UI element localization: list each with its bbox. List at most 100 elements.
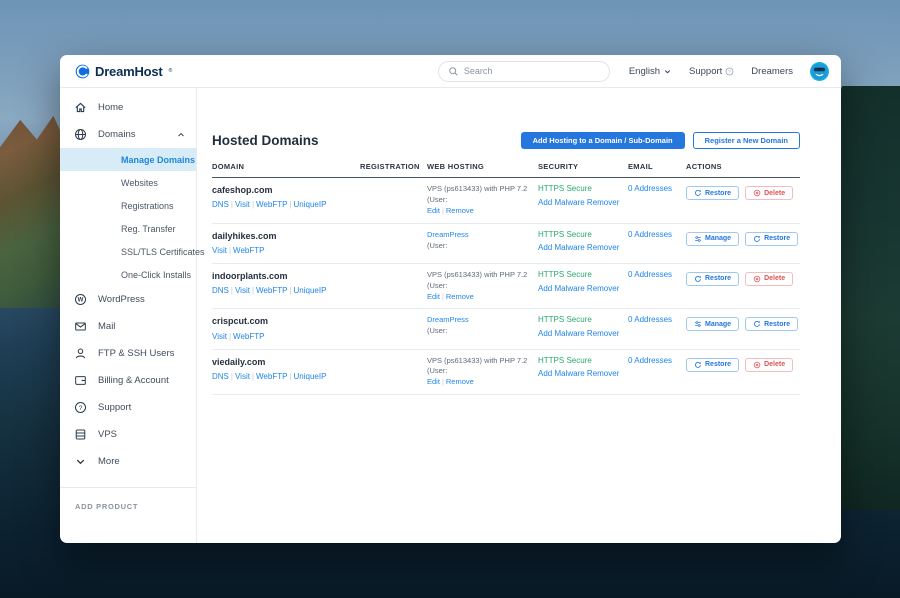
avatar[interactable] <box>810 62 829 81</box>
sidebar-subitem-registrations[interactable]: Registrations <box>60 194 196 217</box>
webftp-link[interactable]: WebFTP <box>256 372 287 381</box>
column-header-web-hosting: WEB HOSTING <box>427 162 538 171</box>
search-box[interactable] <box>438 61 610 82</box>
hosting-plan: DreamPress <box>427 315 530 326</box>
webftp-link[interactable]: WebFTP <box>233 246 264 255</box>
email-addresses-link[interactable]: 0 Addresses <box>628 184 672 193</box>
top-navigation-bar: DreamHost ® English Support ? <box>60 55 841 88</box>
add-malware-remover-link[interactable]: Add Malware Remover <box>538 243 619 252</box>
search-input[interactable] <box>459 65 600 77</box>
visit-link[interactable]: Visit <box>235 286 250 295</box>
remove-link[interactable]: Remove <box>446 377 474 386</box>
restore-button[interactable]: Restore <box>745 317 798 331</box>
email-addresses-link[interactable]: 0 Addresses <box>628 230 672 239</box>
visit-link[interactable]: Visit <box>235 372 250 381</box>
register-new-domain-button[interactable]: Register a New Domain <box>693 132 800 149</box>
sidebar-subitem-reg-transfer[interactable]: Reg. Transfer <box>60 217 196 240</box>
delete-button[interactable]: Delete <box>745 186 793 200</box>
hosting-text: VPS (ps613433) with PHP 7.2 <box>427 184 530 195</box>
sidebar-item-home[interactable]: Home <box>60 94 196 121</box>
restore-button[interactable]: Restore <box>686 358 739 372</box>
remove-link[interactable]: Remove <box>446 206 474 215</box>
sidebar-item-label: Mail <box>98 321 115 332</box>
delete-button[interactable]: Delete <box>745 272 793 286</box>
edit-link[interactable]: Edit <box>427 377 440 386</box>
sidebar-item-ftp-ssh-users[interactable]: FTP & SSH Users <box>60 340 196 367</box>
webftp-link[interactable]: WebFTP <box>256 286 287 295</box>
sidebar-item-mail[interactable]: Mail <box>60 313 196 340</box>
separator: | <box>231 200 233 209</box>
delete-button[interactable]: Delete <box>745 358 793 372</box>
add-hosting-button[interactable]: Add Hosting to a Domain / Sub-Domain <box>521 132 685 149</box>
remove-link[interactable]: Remove <box>446 292 474 301</box>
add-malware-remover-link[interactable]: Add Malware Remover <box>538 284 619 293</box>
dns-link[interactable]: DNS <box>212 372 229 381</box>
restore-button[interactable]: Restore <box>745 232 798 246</box>
domain-name: crispcut.com <box>212 315 352 327</box>
edit-link[interactable]: Edit <box>427 206 440 215</box>
email-addresses-link[interactable]: 0 Addresses <box>628 270 672 279</box>
domain-name: dailyhikes.com <box>212 230 352 242</box>
user-icon <box>74 347 87 360</box>
sidebar-item-label: Home <box>98 102 123 113</box>
sidebar-item-support[interactable]: ?Support <box>60 394 196 421</box>
hosting-cell: VPS (ps613433) with PHP 7.2(User:Edit|Re… <box>427 270 538 303</box>
hosting-cell: VPS (ps613433) with PHP 7.2(User:Edit|Re… <box>427 356 538 389</box>
email-addresses-link[interactable]: 0 Addresses <box>628 315 672 324</box>
sidebar-item-more[interactable]: More <box>60 448 196 475</box>
server-icon <box>74 428 87 441</box>
table-row: crispcut.com Visit|WebFTP DreamPress(User:… <box>212 309 800 349</box>
dns-link[interactable]: DNS <box>212 200 229 209</box>
sidebar-subitem-one-click-installs[interactable]: One-Click Installs <box>60 263 196 286</box>
dreamhost-logo-icon <box>75 64 90 79</box>
add-product-link[interactable]: ADD PRODUCT <box>60 488 196 511</box>
hosting-text: (User: <box>427 195 530 206</box>
visit-link[interactable]: Visit <box>235 200 250 209</box>
uniqueip-link[interactable]: UniqueIP <box>294 200 327 209</box>
hosting-text: VPS (ps613433) with PHP 7.2 <box>427 356 530 367</box>
sidebar-item-billing-account[interactable]: Billing & Account <box>60 367 196 394</box>
webftp-link[interactable]: WebFTP <box>256 200 287 209</box>
manage-button[interactable]: Manage <box>686 317 739 331</box>
https-status: HTTPS Secure <box>538 356 620 367</box>
email-addresses-link[interactable]: 0 Addresses <box>628 356 672 365</box>
sidebar-subitem-manage-domains[interactable]: Manage Domains <box>60 148 196 171</box>
visit-link[interactable]: Visit <box>212 246 227 255</box>
restore-button[interactable]: Restore <box>686 272 739 286</box>
uniqueip-link[interactable]: UniqueIP <box>294 372 327 381</box>
sidebar-item-wordpress[interactable]: WWordPress <box>60 286 196 313</box>
hosting-plan: DreamPress <box>427 230 530 241</box>
edit-link[interactable]: Edit <box>427 292 440 301</box>
dreampress-link[interactable]: DreamPress <box>427 230 469 239</box>
dreamhost-logo[interactable]: DreamHost ® <box>75 64 172 79</box>
hosting-cell: DreamPress(User: <box>427 230 538 252</box>
dns-link[interactable]: DNS <box>212 286 229 295</box>
manage-button[interactable]: Manage <box>686 232 739 246</box>
sidebar-item-vps[interactable]: VPS <box>60 421 196 448</box>
button-label: Restore <box>705 190 731 197</box>
uniqueip-link[interactable]: UniqueIP <box>294 286 327 295</box>
add-malware-remover-link[interactable]: Add Malware Remover <box>538 198 619 207</box>
separator: | <box>229 332 231 341</box>
domain-links: Visit|WebFTP <box>212 245 352 257</box>
domain-name: cafeshop.com <box>212 184 352 196</box>
webftp-link[interactable]: WebFTP <box>233 332 264 341</box>
restore-button[interactable]: Restore <box>686 186 739 200</box>
add-malware-remover-link[interactable]: Add Malware Remover <box>538 369 619 378</box>
domain-links: Visit|WebFTP <box>212 331 352 343</box>
header-buttons: Add Hosting to a Domain / Sub-Domain Reg… <box>521 132 800 149</box>
dreampress-link[interactable]: DreamPress <box>427 315 469 324</box>
sidebar-subitem-websites[interactable]: Websites <box>60 171 196 194</box>
support-link[interactable]: Support ? <box>689 66 734 77</box>
column-header-registration: REGISTRATION <box>360 162 427 171</box>
visit-link[interactable]: Visit <box>212 332 227 341</box>
sidebar-subitem-ssl-tls-certificates[interactable]: SSL/TLS Certificates <box>60 240 196 263</box>
email-cell: 0 Addresses <box>628 230 686 241</box>
add-malware-remover-link[interactable]: Add Malware Remover <box>538 329 619 338</box>
language-selector[interactable]: English <box>629 66 672 77</box>
hosting-cell: DreamPress(User: <box>427 315 538 337</box>
sidebar-items: Home DomainsManage DomainsWebsitesRegistr… <box>60 94 196 475</box>
sidebar-item-domains[interactable]: Domains <box>60 121 196 148</box>
security-cell: HTTPS SecureAdd Malware Remover <box>538 230 628 255</box>
account-name[interactable]: Dreamers <box>751 66 793 77</box>
